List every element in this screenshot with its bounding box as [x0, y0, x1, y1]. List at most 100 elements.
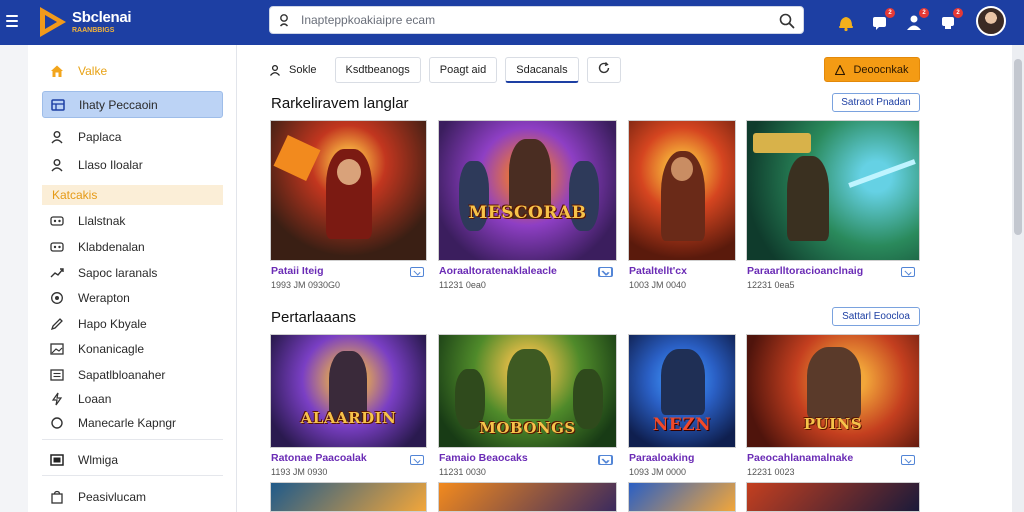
game-art-title: PUINS: [803, 415, 863, 433]
add-to-list-icon[interactable]: [410, 267, 424, 277]
logo-title: Sbclenai: [72, 9, 132, 26]
primary-action-button[interactable]: Deoocnkak: [824, 57, 920, 82]
section-action-button[interactable]: Sattarl Eoocloa: [832, 307, 920, 326]
add-to-list-icon[interactable]: [901, 267, 915, 277]
scrollbar-track[interactable]: [1012, 45, 1024, 512]
refresh-button[interactable]: [586, 57, 621, 83]
search-bar[interactable]: [269, 6, 804, 34]
grid-icon: [51, 98, 65, 112]
tab-0[interactable]: Sokle: [269, 57, 327, 83]
tab-label: Sdacanals: [516, 63, 568, 76]
game-meta: 1993 JM 0930G0: [271, 280, 341, 290]
game-art-title: MOBONGS: [479, 419, 576, 437]
game-art-title: MESCORAB: [468, 203, 587, 223]
sidebar-item-label: Peasivlucam: [78, 490, 147, 504]
gamepad-icon: [50, 240, 64, 254]
sidebar-category-0[interactable]: Llalstnak: [42, 209, 223, 233]
sidebar-category-7[interactable]: Loaan: [42, 387, 223, 411]
game-thumbnail[interactable]: [270, 120, 427, 261]
add-to-list-icon[interactable]: [901, 455, 915, 465]
sidebar-category-1[interactable]: Klabdenalan: [42, 235, 223, 259]
sidebar-item-label: Paplaca: [78, 130, 122, 144]
logo-subtitle: RAANBBIGS: [72, 27, 115, 34]
game-meta: 11231 0ea0: [439, 280, 486, 290]
game-art-title: ALAARDIN: [300, 409, 397, 427]
sidebar-category-2[interactable]: Sapoc laranals: [42, 261, 223, 285]
search-icon[interactable]: [779, 13, 795, 29]
add-to-list-icon[interactable]: [598, 455, 612, 465]
sidebar-item-label: Llaso Iloalar: [78, 158, 143, 172]
sidebar-item-label: Klabdenalan: [78, 240, 145, 254]
sidebar-category-8[interactable]: Manecarle Kapngr: [42, 411, 223, 435]
add-to-list-icon[interactable]: [598, 267, 612, 277]
game-title[interactable]: Pataltellt'cx: [629, 265, 687, 277]
game-meta: 1193 JM 0930: [271, 467, 328, 477]
sidebar-category-3[interactable]: Werapton: [42, 286, 223, 310]
sidebar-item-3[interactable]: Llaso Iloalar: [42, 153, 223, 177]
cta-label: Deoocnkak: [853, 63, 909, 76]
game-meta: 1003 JM 0040: [629, 280, 687, 290]
tab-label: Sokle: [289, 64, 317, 76]
game-title[interactable]: Paraarlltoracioanclnaig: [747, 265, 863, 277]
tab-2[interactable]: Poagt aid: [428, 57, 498, 83]
sidebar-category-4[interactable]: Hapo Kbyale: [42, 312, 223, 336]
sidebar-divider: [42, 439, 223, 440]
app-logo[interactable]: Sbclenai RAANBBIGS: [40, 5, 140, 39]
menu-icon[interactable]: [6, 15, 18, 27]
game-thumbnail-partial[interactable]: [628, 482, 736, 512]
sidebar-item-2[interactable]: Paplaca: [42, 125, 223, 149]
sidebar-footer-item-0[interactable]: Wlmiga: [42, 448, 223, 472]
game-thumbnail[interactable]: ALAARDIN: [270, 334, 427, 448]
bell-icon[interactable]: [836, 12, 856, 32]
add-to-list-icon[interactable]: [410, 455, 424, 465]
game-title[interactable]: Ratonae Paacoalak: [271, 452, 367, 464]
tab-3[interactable]: Sdacanals: [505, 57, 579, 83]
sidebar-item-active[interactable]: Ihaty Peccaoin: [42, 91, 223, 118]
game-art-title: NEZN: [652, 415, 712, 435]
sidebar-item-label: Sapatlbloanaher: [78, 368, 166, 382]
game-title[interactable]: Aoraaltoratenaklaleacle: [439, 265, 557, 277]
game-title[interactable]: Famaio Beaocaks: [439, 452, 528, 464]
sidebar-item-label: Ihaty Peccaoin: [79, 97, 158, 112]
image-icon: [50, 342, 64, 356]
game-thumbnail[interactable]: NEZN: [628, 334, 736, 448]
section-action-button[interactable]: Satraot Pnadan: [832, 93, 920, 112]
sidebar-section-header: Katcakis: [42, 185, 223, 205]
sidebar-item-label: Wlmiga: [78, 453, 119, 467]
main-content: Sokle Ksdtbeanogs Poagt aid Sdacanals De…: [237, 45, 1012, 512]
gamepad-icon: [50, 214, 64, 228]
game-meta: 1093 JM 0000: [629, 467, 687, 477]
sidebar-item-home[interactable]: Valke: [42, 59, 223, 83]
tab-label: Poagt aid: [439, 64, 487, 76]
section-title: Pertarlaaans: [271, 309, 357, 326]
section-title: Rarkeliravem langlar: [271, 95, 409, 112]
tab-1[interactable]: Ksdtbeanogs: [334, 57, 421, 83]
game-title[interactable]: Paraaloaking: [629, 452, 694, 464]
chat-icon[interactable]: 2: [870, 8, 895, 32]
game-title[interactable]: Pataii Iteig: [271, 265, 324, 277]
game-thumbnail[interactable]: [628, 120, 736, 261]
game-thumbnail-partial[interactable]: [746, 482, 920, 512]
sidebar-category-5[interactable]: Konanicagle: [42, 337, 223, 361]
top-header: Sbclenai RAANBBIGS 2 2 2: [0, 0, 1024, 45]
logo-mark-icon: [40, 7, 66, 37]
person-icon: [269, 64, 281, 76]
game-thumbnail[interactable]: PUINS: [746, 334, 920, 448]
user-icon[interactable]: 2: [904, 8, 929, 32]
game-thumbnail-partial[interactable]: [438, 482, 617, 512]
sidebar-category-6[interactable]: Sapatlbloanaher: [42, 363, 223, 387]
sidebar-item-label: Valke: [78, 64, 108, 78]
sidebar-item-label: Konanicagle: [78, 342, 145, 356]
avatar[interactable]: [976, 6, 1006, 36]
game-thumbnail[interactable]: [746, 120, 920, 261]
notification-badge: 2: [885, 8, 895, 18]
sidebar-footer-item-1[interactable]: Peasivlucam: [42, 485, 223, 509]
trophy-icon[interactable]: 2: [938, 8, 963, 32]
search-input[interactable]: [301, 13, 781, 27]
game-title[interactable]: Paeocahlanamalnake: [747, 452, 853, 464]
sidebar-divider: [42, 475, 223, 476]
game-thumbnail[interactable]: MOBONGS: [438, 334, 617, 448]
scrollbar-thumb[interactable]: [1014, 59, 1022, 235]
game-thumbnail[interactable]: MESCORAB: [438, 120, 617, 261]
game-thumbnail-partial[interactable]: [270, 482, 427, 512]
